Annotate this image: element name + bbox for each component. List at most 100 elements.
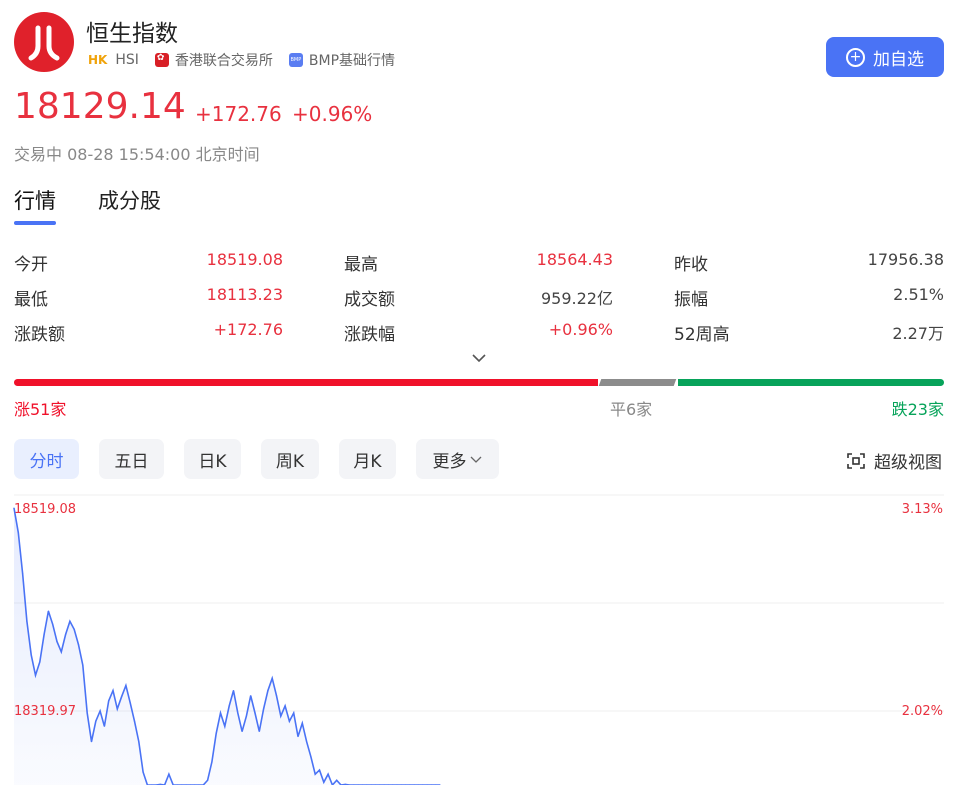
hk-flag-icon bbox=[154, 53, 169, 67]
price-point bbox=[250, 695, 252, 697]
period-more-button[interactable]: 更多 bbox=[416, 439, 499, 479]
y-tick-left-top: 18519.08 bbox=[14, 502, 76, 517]
price-point bbox=[237, 712, 239, 714]
price-point bbox=[60, 651, 62, 653]
price-area-fill bbox=[14, 508, 440, 785]
price-point bbox=[271, 677, 273, 679]
plus-circle-icon: + bbox=[846, 47, 865, 67]
price-point bbox=[99, 710, 101, 712]
price-point bbox=[267, 690, 269, 692]
index-logo-icon bbox=[28, 25, 60, 61]
intraday-chart[interactable]: 18519.08 18319.97 3.13% 2.02% bbox=[0, 488, 967, 785]
active-tab-indicator bbox=[14, 221, 56, 225]
price-point bbox=[258, 730, 260, 732]
price-point bbox=[73, 628, 75, 630]
price-point bbox=[336, 779, 338, 781]
index-meta: HK HSI 香港联合交易所 BMP BMP基础行情 bbox=[88, 50, 395, 70]
stat-change-value: +172.76 bbox=[213, 320, 283, 339]
period-intraday-button[interactable]: 分时 bbox=[14, 439, 79, 479]
period-weekly-k-button[interactable]: 周K bbox=[261, 439, 319, 479]
price-point bbox=[129, 702, 131, 704]
price-point bbox=[263, 708, 265, 710]
y-tick-right-top: 3.13% bbox=[902, 502, 943, 517]
price-point bbox=[138, 741, 140, 743]
price-point bbox=[17, 532, 19, 534]
price-point bbox=[232, 690, 235, 692]
price-point bbox=[86, 712, 88, 714]
price-point bbox=[22, 572, 24, 574]
period-5day-button[interactable]: 五日 bbox=[99, 439, 164, 479]
price-point bbox=[43, 633, 45, 636]
price-point bbox=[207, 779, 209, 781]
breadth-down-bar bbox=[678, 379, 944, 386]
stat-52w-high-value: 2.27万 bbox=[892, 324, 944, 343]
stat-prev-close-value: 17956.38 bbox=[867, 250, 944, 269]
stat-low-value: 18113.23 bbox=[206, 285, 283, 304]
price-change-percent: +0.96% bbox=[292, 102, 373, 126]
stat-amplitude-label: 振幅 bbox=[674, 290, 708, 310]
price-point bbox=[306, 741, 308, 743]
price-point bbox=[224, 725, 226, 727]
stat-high-value: 18564.43 bbox=[536, 250, 613, 269]
price-point bbox=[103, 725, 105, 727]
bmp-icon: BMP bbox=[288, 53, 303, 67]
y-tick-right-mid: 2.02% bbox=[902, 704, 943, 719]
stat-change-label: 涨跌额 bbox=[14, 325, 65, 345]
price-point bbox=[219, 712, 222, 714]
market-badge: HK bbox=[88, 53, 108, 67]
price-point bbox=[318, 769, 321, 771]
add-watchlist-button[interactable]: + 加自选 bbox=[826, 37, 944, 77]
price-point bbox=[95, 720, 97, 722]
index-code: HSI bbox=[115, 52, 139, 68]
price-point bbox=[168, 773, 170, 775]
price-point bbox=[90, 741, 93, 743]
current-price: 18129.14 bbox=[14, 86, 186, 127]
fullscreen-icon bbox=[847, 452, 865, 469]
price-point bbox=[133, 720, 136, 722]
price-point bbox=[314, 773, 316, 775]
period-daily-k-button[interactable]: 日K bbox=[184, 439, 241, 479]
price-point bbox=[288, 720, 290, 722]
price-point bbox=[121, 696, 123, 698]
exchange-name: 香港联合交易所 bbox=[174, 53, 273, 69]
stat-high-label: 最高 bbox=[344, 255, 378, 275]
breadth-flat-bar bbox=[598, 379, 677, 386]
price-point bbox=[228, 705, 230, 707]
super-view-label: 超级视图 bbox=[874, 453, 942, 473]
stat-open-label: 今开 bbox=[14, 255, 48, 275]
unchanged-count: 平6家 bbox=[610, 400, 653, 419]
y-tick-left-mid: 18319.97 bbox=[14, 704, 76, 719]
decliners-count: 跌23家 bbox=[891, 400, 944, 419]
price-point bbox=[211, 761, 213, 763]
period-more-label: 更多 bbox=[432, 451, 467, 472]
price-point bbox=[82, 664, 84, 666]
price-point bbox=[112, 690, 114, 692]
price-point bbox=[254, 712, 256, 714]
price-point bbox=[215, 732, 217, 734]
price-point bbox=[69, 620, 71, 622]
super-view-button[interactable]: 超级视图 bbox=[846, 448, 942, 473]
tab-quote[interactable]: 行情 bbox=[14, 185, 56, 215]
price-point bbox=[142, 771, 144, 773]
price-point bbox=[108, 700, 110, 702]
price-point bbox=[275, 695, 278, 697]
price-point bbox=[47, 610, 50, 612]
price-point bbox=[30, 654, 32, 656]
trading-status: 交易中 08-28 15:54:00 北京时间 bbox=[14, 145, 260, 164]
price-point bbox=[310, 756, 312, 758]
price-point bbox=[39, 661, 41, 663]
tab-constituents[interactable]: 成分股 bbox=[98, 185, 161, 215]
stat-turnover-label: 成交额 bbox=[344, 290, 395, 310]
stat-low-label: 最低 bbox=[14, 290, 48, 310]
price-point bbox=[327, 773, 329, 775]
stat-prev-close-label: 昨收 bbox=[674, 255, 708, 275]
price-point bbox=[284, 705, 286, 707]
period-monthly-k-button[interactable]: 月K bbox=[339, 439, 396, 479]
stat-amplitude-value: 2.51% bbox=[893, 285, 944, 304]
stat-52w-high-label: 52周高 bbox=[674, 325, 730, 345]
data-source: BMP基础行情 bbox=[308, 53, 396, 69]
price-point bbox=[297, 735, 299, 738]
price-point bbox=[241, 730, 243, 732]
price-point bbox=[245, 715, 247, 717]
chevron-down-icon[interactable] bbox=[470, 349, 488, 367]
